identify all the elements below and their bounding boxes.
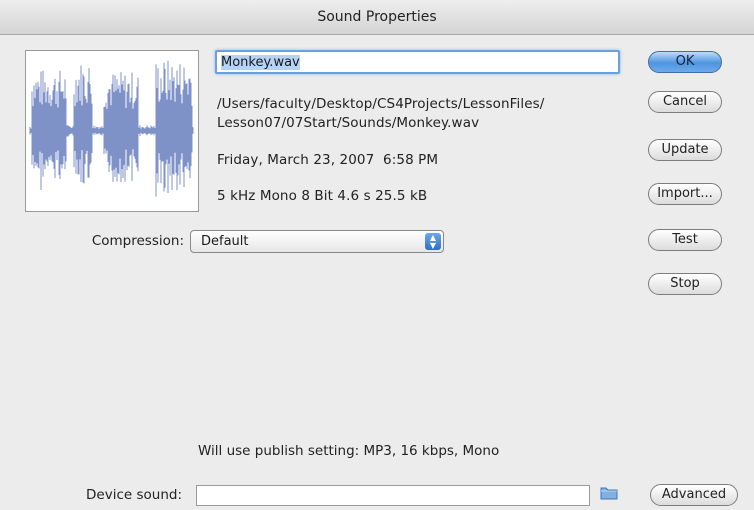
sound-format: 5 kHz Mono 8 Bit 4.6 s 25.5 kB bbox=[217, 188, 428, 204]
sound-path: /Users/faculty/Desktop/CS4Projects/Lesso… bbox=[217, 96, 545, 131]
compression-label: Compression: bbox=[91, 233, 184, 249]
update-button[interactable]: Update bbox=[648, 139, 722, 161]
sound-name-value: Monkey.wav bbox=[221, 55, 300, 70]
stop-button[interactable]: Stop bbox=[648, 273, 722, 295]
window-title: Sound Properties bbox=[0, 0, 754, 35]
device-sound-input[interactable] bbox=[196, 485, 590, 506]
sound-name-field[interactable]: Monkey.wav bbox=[215, 50, 620, 74]
waveform-preview bbox=[25, 50, 199, 212]
sound-datetime: Friday, March 23, 2007 6:58 PM bbox=[217, 152, 439, 168]
compression-value: Default bbox=[201, 234, 249, 249]
waveform-icon bbox=[29, 60, 194, 197]
updown-arrows-icon: ▲ ▼ bbox=[425, 233, 441, 250]
advanced-button[interactable]: Advanced bbox=[650, 484, 738, 506]
cancel-button[interactable]: Cancel bbox=[648, 91, 722, 113]
test-button[interactable]: Test bbox=[648, 229, 722, 251]
ok-button[interactable]: OK bbox=[648, 51, 722, 73]
publish-setting-note: Will use publish setting: MP3, 16 kbps, … bbox=[198, 443, 500, 459]
import-button[interactable]: Import... bbox=[648, 183, 722, 205]
device-sound-label: Device sound: bbox=[86, 487, 182, 503]
compression-select[interactable]: Default ▲ ▼ bbox=[190, 230, 444, 253]
folder-icon[interactable] bbox=[600, 485, 618, 500]
